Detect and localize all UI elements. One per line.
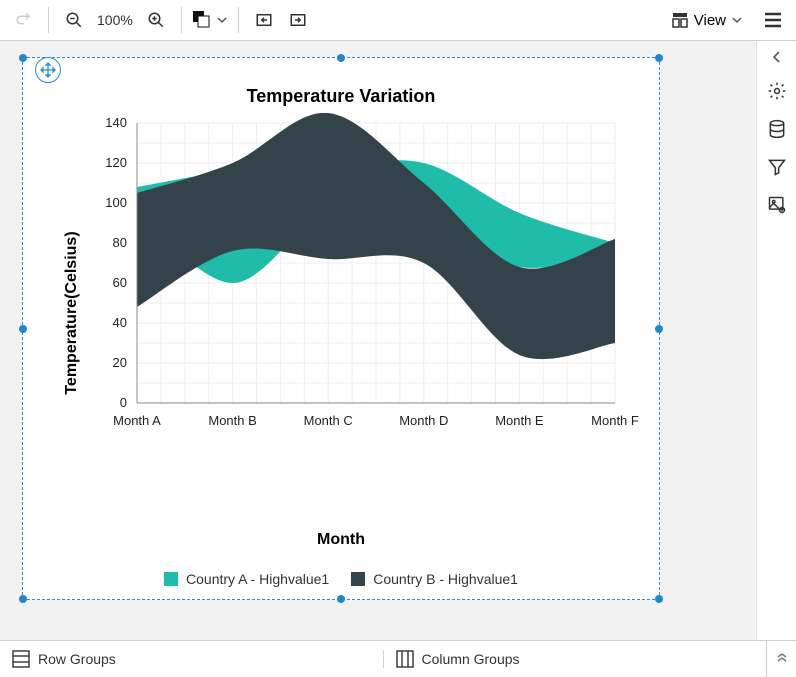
view-dropdown[interactable]: View bbox=[666, 12, 748, 29]
legend-label: Country B - Highvalue1 bbox=[373, 571, 518, 587]
column-groups-section[interactable]: Column Groups bbox=[383, 650, 767, 668]
right-side-panel bbox=[756, 41, 796, 640]
zoom-out-button[interactable] bbox=[59, 5, 89, 35]
settings-gear-icon[interactable] bbox=[763, 77, 791, 105]
svg-text:0: 0 bbox=[120, 395, 127, 410]
legend-item: Country B - Highvalue1 bbox=[351, 571, 518, 587]
send-backward-button[interactable] bbox=[249, 5, 279, 35]
fill-color-button[interactable] bbox=[192, 5, 228, 35]
move-handle[interactable] bbox=[35, 57, 61, 83]
legend-label: Country A - Highvalue1 bbox=[186, 571, 329, 587]
resize-handle-bl[interactable] bbox=[19, 595, 27, 603]
svg-text:Month D: Month D bbox=[399, 413, 448, 428]
chart-legend: Country A - Highvalue1 Country B - Highva… bbox=[33, 571, 649, 587]
resize-handle-bm[interactable] bbox=[337, 595, 345, 603]
bring-forward-button[interactable] bbox=[283, 5, 313, 35]
svg-text:Month E: Month E bbox=[495, 413, 544, 428]
legend-item: Country A - Highvalue1 bbox=[164, 571, 329, 587]
resize-handle-tr[interactable] bbox=[655, 54, 663, 62]
svg-text:100: 100 bbox=[105, 195, 127, 210]
legend-swatch bbox=[351, 572, 365, 586]
column-groups-label: Column Groups bbox=[422, 651, 520, 667]
row-groups-section[interactable]: Row Groups bbox=[0, 650, 383, 668]
image-settings-icon[interactable] bbox=[763, 191, 791, 219]
svg-text:140: 140 bbox=[105, 115, 127, 130]
zoom-in-button[interactable] bbox=[141, 5, 171, 35]
chart-plot: 0 20 40 60 80 100 120 140 Month A Month B Month C M… bbox=[42, 113, 640, 453]
y-axis-label: Temperature(Celsius) bbox=[63, 231, 81, 394]
chart-selection[interactable]: Temperature Variation Temperature(Celsiu… bbox=[22, 57, 660, 600]
collapse-panel-button[interactable] bbox=[771, 47, 783, 67]
legend-swatch bbox=[164, 572, 178, 586]
resize-handle-tm[interactable] bbox=[337, 54, 345, 62]
expand-groups-button[interactable] bbox=[766, 641, 796, 677]
view-label: View bbox=[694, 12, 726, 29]
row-groups-label: Row Groups bbox=[38, 651, 116, 667]
svg-text:Month B: Month B bbox=[208, 413, 256, 428]
database-icon[interactable] bbox=[763, 115, 791, 143]
resize-handle-mr[interactable] bbox=[655, 325, 663, 333]
svg-text:Month A: Month A bbox=[113, 413, 161, 428]
design-canvas[interactable]: Temperature Variation Temperature(Celsiu… bbox=[0, 41, 756, 640]
resize-handle-tl[interactable] bbox=[19, 54, 27, 62]
groups-bar: Row Groups Column Groups bbox=[0, 640, 796, 677]
filter-icon[interactable] bbox=[763, 153, 791, 181]
svg-text:60: 60 bbox=[113, 275, 127, 290]
chart: Temperature Variation Temperature(Celsiu… bbox=[33, 86, 649, 589]
svg-text:Month C: Month C bbox=[304, 413, 353, 428]
svg-text:20: 20 bbox=[113, 355, 127, 370]
resize-handle-br[interactable] bbox=[655, 595, 663, 603]
svg-text:80: 80 bbox=[113, 235, 127, 250]
resize-handle-ml[interactable] bbox=[19, 325, 27, 333]
top-toolbar: 100% View bbox=[0, 0, 796, 41]
hamburger-menu-button[interactable] bbox=[758, 5, 788, 35]
svg-text:40: 40 bbox=[113, 315, 127, 330]
svg-text:Month F: Month F bbox=[591, 413, 639, 428]
chart-title: Temperature Variation bbox=[33, 86, 649, 107]
zoom-level: 100% bbox=[93, 12, 137, 28]
x-axis-label: Month bbox=[33, 531, 649, 549]
redo-button bbox=[8, 5, 38, 35]
svg-text:120: 120 bbox=[105, 155, 127, 170]
